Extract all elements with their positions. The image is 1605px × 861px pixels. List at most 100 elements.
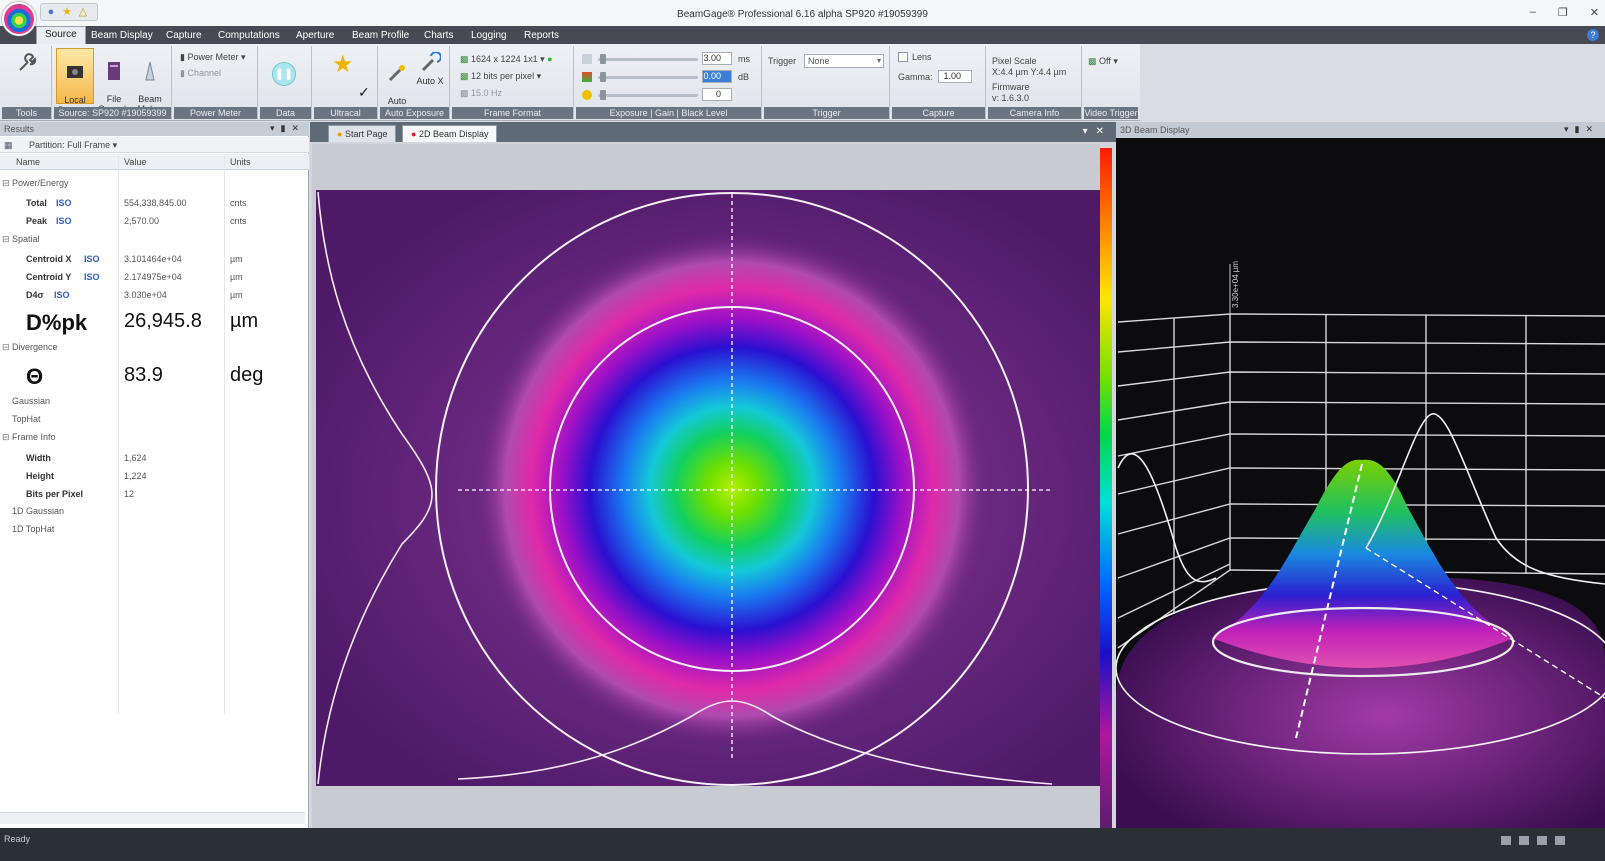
ribbon-group-label: Trigger [764, 107, 889, 119]
iso-badge[interactable]: ISO [56, 198, 72, 208]
tab-capture[interactable]: Capture [166, 28, 202, 44]
trigger-select[interactable]: None ▾ [804, 54, 884, 68]
ribbon-group-source: Local Detector File Console Beam Maker S… [54, 46, 172, 119]
panel-controls: ▾▮✕ [1564, 124, 1599, 135]
tab-close-icon[interactable]: ✕ [1096, 126, 1112, 137]
row-name: Centroid Y [26, 272, 72, 282]
column-header-units[interactable]: Units [230, 157, 251, 167]
iso-badge[interactable]: ISO [84, 254, 100, 264]
app-window: ● ★ △ BeamGage® Professional 6.16 alpha … [0, 0, 1605, 861]
results-panel-header: Results ▾▮✕ [0, 122, 309, 136]
tab-label: Start Page [344, 129, 388, 139]
window-controls: – ❐ ✕ [1530, 6, 1599, 19]
ribbon-group-label: Frame Format [452, 107, 573, 119]
beam-display-2d[interactable] [312, 144, 1102, 828]
tools-button[interactable] [12, 52, 42, 76]
tab-2d-beam-display[interactable]: ● 2D Beam Display [402, 125, 498, 142]
gamma-label: Gamma: [898, 72, 933, 82]
panel-close-icon[interactable]: ✕ [291, 123, 305, 133]
ultracal-star-icon[interactable]: ★ [332, 50, 354, 79]
status-icon-1[interactable] [1501, 836, 1511, 845]
group-label: Power/Energy [12, 178, 69, 188]
tab-source[interactable]: Source [36, 26, 86, 44]
beam-display-3d[interactable]: 3.30e+04 µm [1115, 138, 1605, 828]
panel-close-icon[interactable]: ✕ [1585, 124, 1599, 134]
gamma-input[interactable]: 1.00 [938, 70, 972, 83]
row-name: Total [26, 198, 47, 208]
bits-per-pixel-dropdown[interactable]: ▩ 12 bits per pixel ▾ [460, 71, 541, 82]
partition-dropdown[interactable]: Full Frame ▾ [67, 140, 117, 150]
video-trigger-dropdown[interactable]: ▩ Off ▾ [1088, 56, 1118, 67]
minimize-icon[interactable]: – [1530, 6, 1536, 19]
status-icon-4[interactable] [1555, 836, 1565, 845]
file-console-button[interactable]: File Console [98, 50, 131, 114]
bits-icon: ▩ [460, 71, 469, 81]
exposure-slider-track[interactable] [598, 58, 698, 61]
beam-image-3d[interactable]: 3.30e+04 µm [1115, 138, 1605, 828]
beam-maker-button[interactable]: Beam Maker [134, 50, 166, 114]
frame-size-dropdown[interactable]: ▩ 1624 x 1224 1x1 ▾ ● [460, 54, 553, 65]
exposure-input[interactable]: 3.00 [702, 52, 732, 65]
gain-slider-thumb[interactable] [600, 72, 606, 82]
tab-beam-display[interactable]: Beam Display [91, 28, 153, 44]
tab-logging[interactable]: Logging [471, 28, 507, 44]
black-level-icon [582, 90, 592, 100]
horizontal-scrollbar[interactable] [0, 812, 305, 824]
channel-dropdown[interactable]: ▮ Channel [180, 68, 221, 79]
status-icon-3[interactable] [1537, 836, 1547, 845]
gain-unit: dB [738, 72, 750, 82]
local-detector-button[interactable]: Local Detector [56, 48, 94, 115]
gain-input[interactable]: 0.00 [702, 70, 732, 83]
pin-icon[interactable]: ▮ [1575, 124, 1586, 134]
close-icon[interactable]: ✕ [1590, 6, 1599, 19]
panel-menu-icon[interactable]: ▾ [270, 123, 281, 133]
row-unit: µm [230, 272, 243, 282]
collapse-icon[interactable]: ⊟ [2, 432, 10, 443]
row-value: 26,945.8 [124, 310, 202, 332]
iso-badge[interactable]: ISO [54, 290, 70, 300]
black-level-input[interactable]: 0 [702, 88, 732, 101]
ribbon-tab-bar: Source Beam Display Capture Computations… [0, 26, 1605, 44]
iso-badge[interactable]: ISO [84, 272, 100, 282]
ribbon-group-label: Power Meter [174, 107, 257, 119]
exposure-slider-thumb[interactable] [600, 54, 606, 64]
tab-reports[interactable]: Reports [524, 28, 559, 44]
panel-menu-icon[interactable]: ▾ [1564, 124, 1575, 134]
ribbon-group-data: ❚❚ Data [260, 46, 312, 119]
tab-charts[interactable]: Charts [424, 28, 453, 44]
column-header-name[interactable]: Name [16, 157, 40, 167]
panel-3d-title: 3D Beam Display [1120, 125, 1190, 135]
iso-badge[interactable]: ISO [56, 216, 72, 226]
beam-image-2d[interactable] [312, 144, 1102, 828]
black-level-slider-thumb[interactable] [600, 90, 606, 100]
tab-aperture[interactable]: Aperture [296, 28, 334, 44]
camera-icon [67, 66, 83, 78]
pin-icon[interactable]: ▮ [281, 123, 292, 133]
tab-menu-icon[interactable]: ▾ [1083, 126, 1096, 137]
pause-icon[interactable]: ❚❚ [272, 62, 296, 86]
tab-computations[interactable]: Computations [218, 28, 280, 44]
refresh-icon[interactable]: ● [547, 54, 552, 64]
status-bar: Ready [0, 828, 1605, 861]
auto-setup-icon [388, 65, 405, 82]
collapse-icon[interactable]: ⊟ [2, 234, 10, 245]
exposure-icon [582, 54, 592, 64]
firmware-value: v: 1.6.3.0 [992, 93, 1030, 103]
collapse-icon[interactable]: ⊟ [2, 342, 10, 353]
black-level-slider-track[interactable] [598, 94, 698, 97]
help-icon[interactable]: ? [1587, 29, 1599, 41]
power-meter-dropdown[interactable]: ▮ Power Meter ▾ [180, 52, 246, 63]
app-logo[interactable] [2, 2, 36, 36]
lens-checkbox[interactable] [898, 52, 908, 62]
status-icon-2[interactable] [1519, 836, 1529, 845]
tab-start-page[interactable]: ● Start Page [328, 125, 397, 142]
auto-x-button[interactable]: Auto X [414, 52, 446, 86]
tab-beam-profile[interactable]: Beam Profile [352, 28, 409, 44]
restore-icon[interactable]: ❐ [1558, 6, 1568, 19]
lens-label: Lens [912, 52, 932, 62]
gain-slider-track[interactable] [598, 76, 698, 79]
ribbon: Tools Local Detector File Console Beam M… [0, 44, 1140, 121]
collapse-icon[interactable]: ⊟ [2, 178, 10, 189]
column-header-value[interactable]: Value [124, 157, 146, 167]
gain-icon [582, 72, 592, 82]
